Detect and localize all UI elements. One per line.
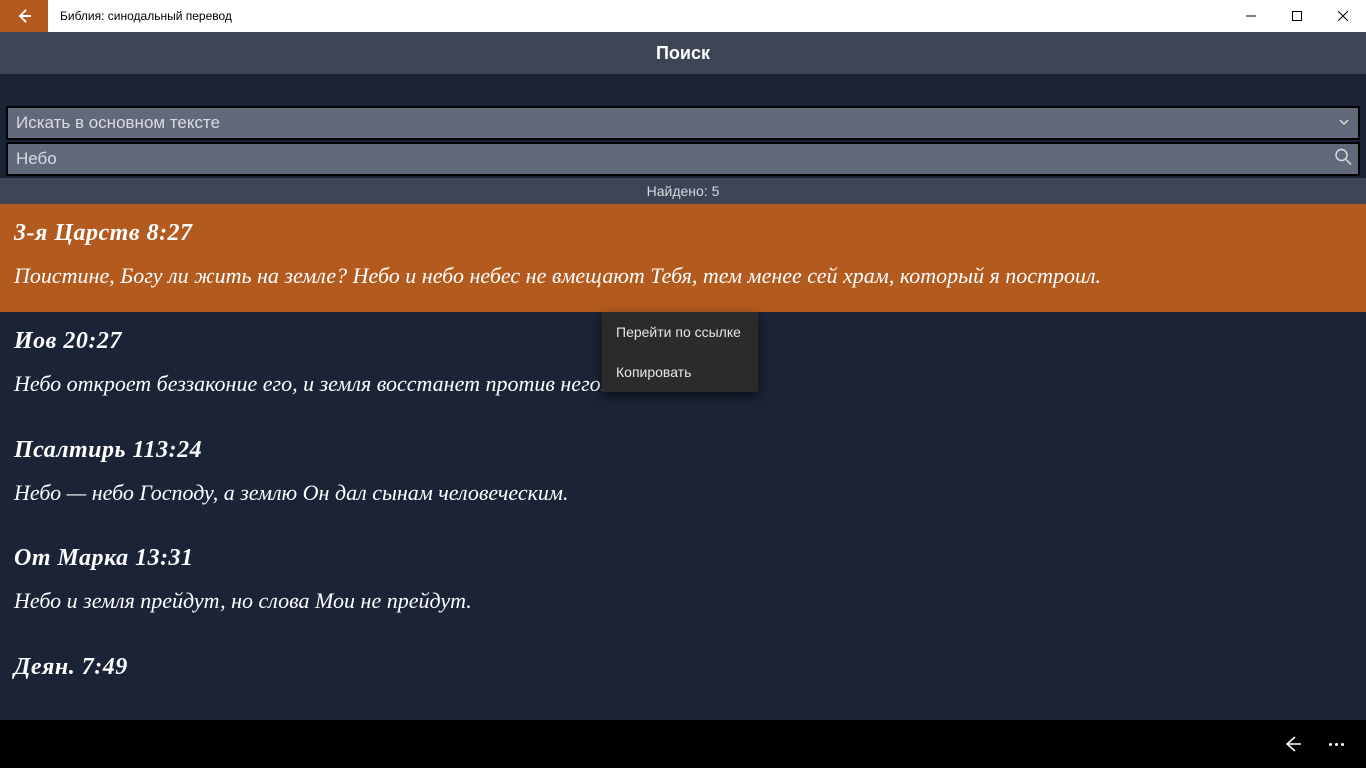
arrow-left-icon [16, 8, 32, 24]
verse-reference: Псалтирь 113:24 [14, 437, 1352, 464]
maximize-button[interactable] [1274, 0, 1320, 32]
verse-text: Небо — небо Господу, а землю Он дал сына… [14, 474, 1352, 511]
window-controls [1228, 0, 1366, 32]
context-menu-open-link[interactable]: Перейти по ссылке [602, 312, 758, 352]
bottom-back-button[interactable] [1270, 722, 1314, 766]
result-item[interactable]: От Марка 13:31 Небо и земля прейдут, но … [0, 529, 1366, 637]
results-list: 3-я Царств 8:27 Поистине, Богу ли жить н… [0, 204, 1366, 722]
app-title: Библия: синодальный перевод [48, 0, 232, 32]
verse-reference: 3-я Царств 8:27 [14, 220, 1352, 247]
search-scope-dropdown[interactable]: Искать в основном тексте [6, 106, 1360, 140]
minimize-button[interactable] [1228, 0, 1274, 32]
verse-text: Поистине, Богу ли жить на земле? Небо и … [14, 257, 1352, 294]
arrow-left-icon [1282, 734, 1302, 754]
search-input-row [6, 142, 1360, 176]
close-icon [1338, 11, 1348, 21]
maximize-icon [1292, 11, 1302, 21]
more-icon [1329, 743, 1344, 746]
results-count: Найдено: 5 [0, 178, 1366, 204]
page-title: Поиск [0, 32, 1366, 74]
verse-reference: Деян. 7:49 [14, 654, 1352, 681]
verse-reference: От Марка 13:31 [14, 545, 1352, 572]
search-icon [1334, 148, 1352, 166]
context-menu: Перейти по ссылке Копировать [602, 312, 758, 392]
more-button[interactable] [1314, 722, 1358, 766]
chevron-down-icon [1338, 113, 1350, 133]
search-input[interactable] [8, 149, 1358, 169]
context-menu-copy[interactable]: Копировать [602, 352, 758, 392]
result-item[interactable]: Псалтирь 113:24 Небо — небо Господу, а з… [0, 421, 1366, 529]
search-scope-label: Искать в основном тексте [16, 113, 220, 133]
titlebar: Библия: синодальный перевод [0, 0, 1366, 32]
result-item[interactable]: 3-я Царств 8:27 Поистине, Богу ли жить н… [0, 204, 1366, 312]
bottom-app-bar [0, 720, 1366, 768]
close-button[interactable] [1320, 0, 1366, 32]
back-button[interactable] [0, 0, 48, 32]
search-button[interactable] [1334, 148, 1352, 171]
result-item[interactable]: Деян. 7:49 [0, 638, 1366, 709]
verse-text: Небо и земля прейдут, но слова Мои не пр… [14, 582, 1352, 619]
minimize-icon [1246, 11, 1256, 21]
